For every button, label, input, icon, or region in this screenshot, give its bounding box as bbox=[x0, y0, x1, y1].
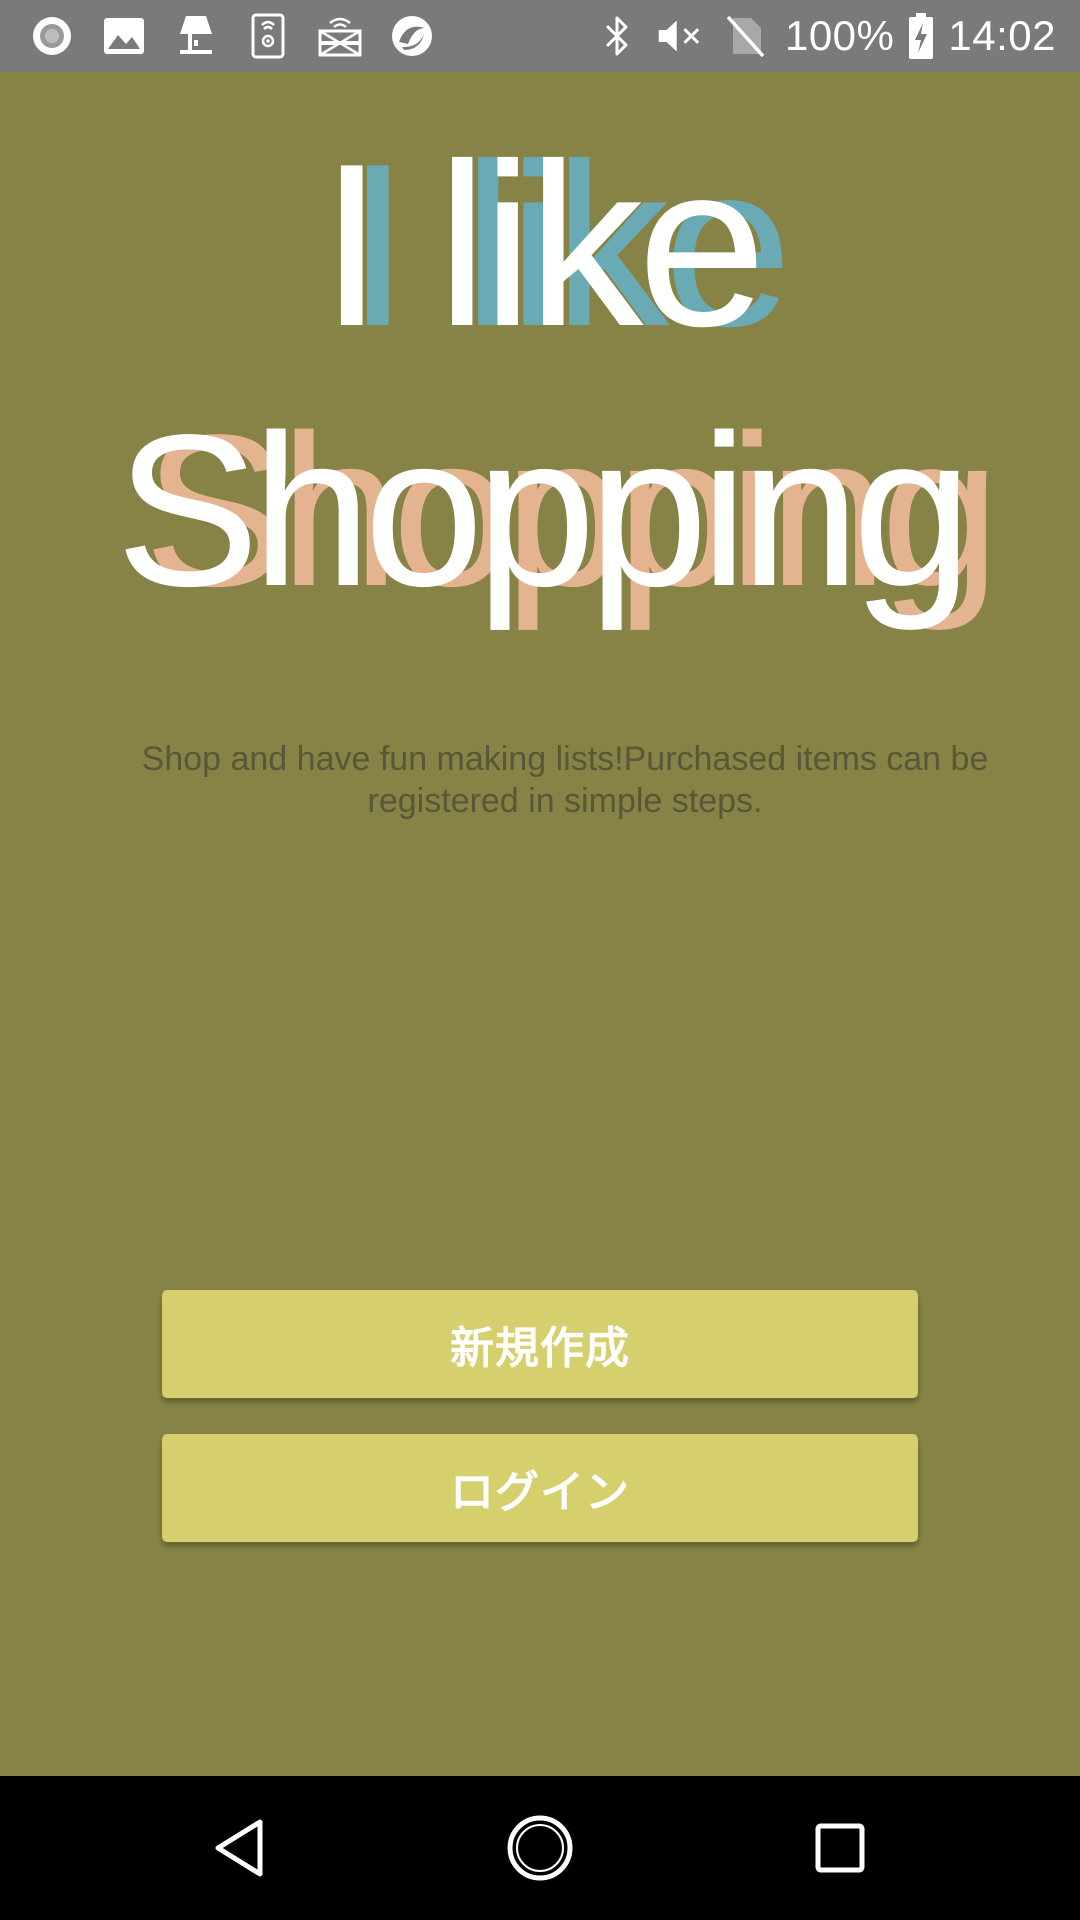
tagline: Shop and have fun making lists!Purchased… bbox=[141, 740, 989, 820]
sync-app-icon bbox=[388, 12, 436, 60]
home-icon[interactable] bbox=[504, 1812, 576, 1884]
clock: 14:02 bbox=[948, 12, 1056, 59]
battery-percent: 100% bbox=[784, 12, 895, 59]
image-icon bbox=[100, 12, 148, 60]
muted-volume-icon bbox=[657, 12, 705, 60]
back-icon[interactable] bbox=[204, 1812, 276, 1884]
status-bar: 100% 14:02 bbox=[0, 0, 1080, 72]
register-button[interactable]: 新規作成 bbox=[162, 1290, 918, 1398]
battery-charging-icon bbox=[906, 12, 936, 60]
lamp-icon bbox=[172, 12, 220, 60]
record-icon bbox=[28, 12, 76, 60]
main-screen: I like I like Shopping Shopping Shop and… bbox=[0, 72, 1080, 1776]
status-bar-right: 100% 14:02 bbox=[593, 12, 1056, 60]
status-bar-left bbox=[28, 12, 460, 60]
navigation-bar bbox=[0, 1776, 1080, 1920]
login-button[interactable]: ログイン bbox=[162, 1434, 918, 1542]
logo-line1-text: I like bbox=[319, 116, 766, 375]
recent-apps-icon[interactable] bbox=[804, 1812, 876, 1884]
wifi-router-icon bbox=[316, 12, 364, 60]
logo-line2-text: Shopping bbox=[115, 389, 973, 631]
phone-settings-icon bbox=[244, 12, 292, 60]
no-sim-icon bbox=[721, 12, 769, 60]
bluetooth-icon bbox=[593, 12, 641, 60]
